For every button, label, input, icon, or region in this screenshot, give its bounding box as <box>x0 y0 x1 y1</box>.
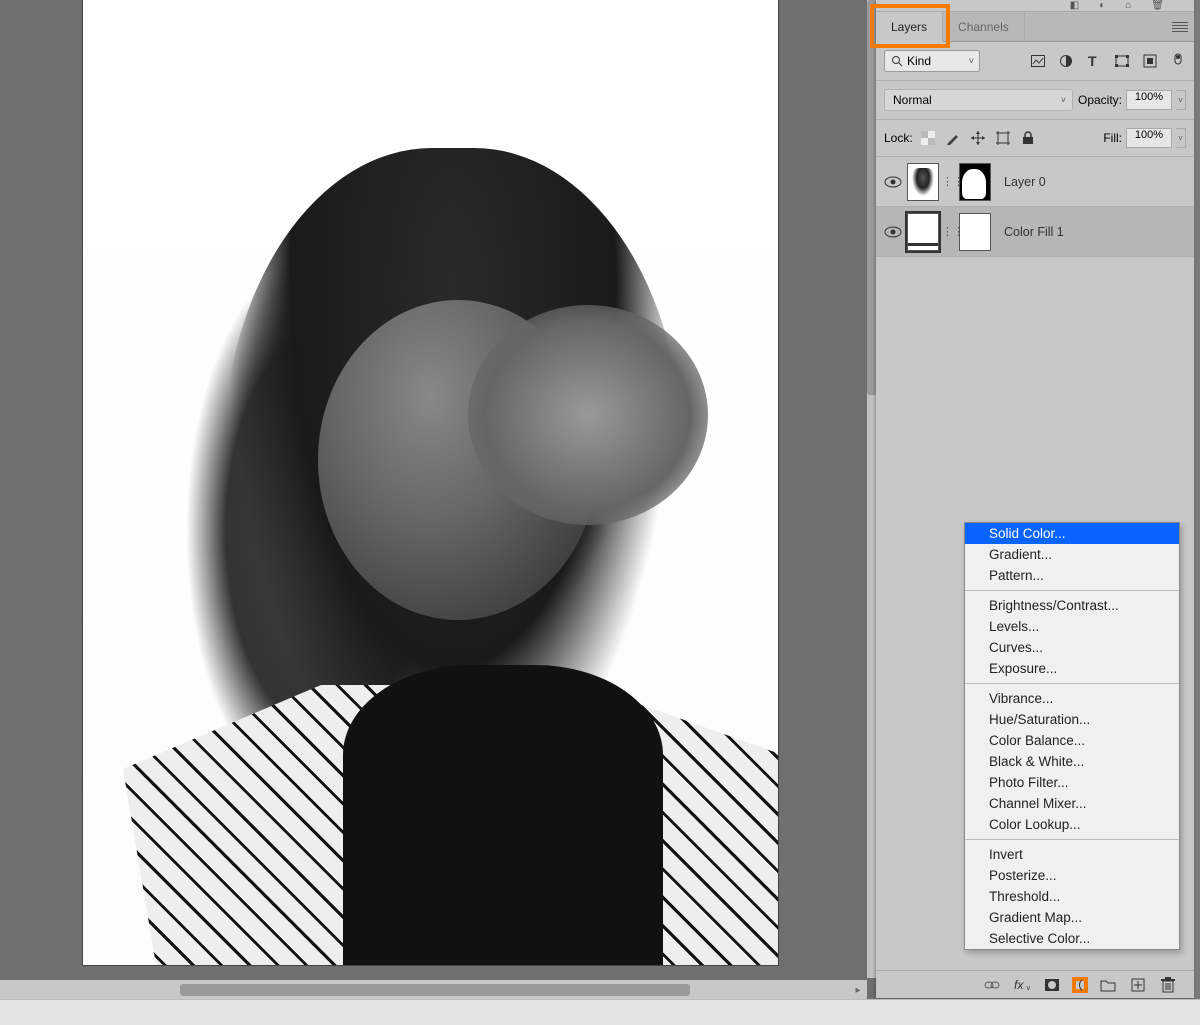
menu-pattern[interactable]: Pattern... <box>965 565 1179 586</box>
lock-position-icon[interactable] <box>970 130 986 146</box>
filter-toggle-icon[interactable] <box>1170 54 1186 68</box>
menu-channel-mixer[interactable]: Channel Mixer... <box>965 793 1179 814</box>
document-canvas[interactable] <box>83 0 778 965</box>
layer-row[interactable]: ⋮⋮ Layer 0 <box>876 157 1194 207</box>
lock-all-icon[interactable] <box>1020 130 1036 146</box>
status-bar <box>0 999 1200 1025</box>
menu-threshold[interactable]: Threshold... <box>965 886 1179 907</box>
menu-curves[interactable]: Curves... <box>965 637 1179 658</box>
layer-style-icon[interactable]: fx˅ <box>1014 977 1030 993</box>
panel-icon[interactable]: ⌂ <box>1125 0 1131 11</box>
opacity-input[interactable]: 100% <box>1126 90 1172 110</box>
canvas-area: ▸ <box>0 0 876 1000</box>
blend-mode-dropdown[interactable]: Normal <box>884 89 1073 111</box>
menu-separator <box>965 590 1179 591</box>
panel-tabs: Layers Channels <box>876 12 1194 42</box>
menu-invert[interactable]: Invert <box>965 844 1179 865</box>
filter-kind-label: Kind <box>907 54 931 68</box>
link-mask-icon[interactable]: ⋮⋮ <box>942 225 956 238</box>
menu-color-lookup[interactable]: Color Lookup... <box>965 814 1179 835</box>
layer-name[interactable]: Color Fill 1 <box>1004 225 1064 239</box>
blend-mode-row: Normal Opacity: 100% ˅ <box>876 81 1194 120</box>
panel-menu-icon[interactable] <box>1172 22 1188 32</box>
photo-content <box>468 305 708 525</box>
layer-row[interactable]: ⋮⋮ Color Fill 1 <box>876 207 1194 257</box>
fill-slider-icon[interactable]: ˅ <box>1176 128 1186 148</box>
opacity-slider-icon[interactable]: ˅ <box>1176 90 1186 110</box>
panel-divider[interactable] <box>1194 0 1200 1000</box>
opacity-control: Opacity: 100% ˅ <box>1078 90 1186 110</box>
menu-black-white[interactable]: Black & White... <box>965 751 1179 772</box>
menu-separator <box>965 683 1179 684</box>
menu-gradient-map[interactable]: Gradient Map... <box>965 907 1179 928</box>
menu-photo-filter[interactable]: Photo Filter... <box>965 772 1179 793</box>
pixel-filter-icon[interactable] <box>1030 54 1046 68</box>
menu-brightness-contrast[interactable]: Brightness/Contrast... <box>965 595 1179 616</box>
lock-artboard-icon[interactable] <box>995 130 1011 146</box>
lock-icons <box>920 130 1036 146</box>
fill-input[interactable]: 100% <box>1126 128 1172 148</box>
link-mask-icon[interactable]: ⋮⋮ <box>942 175 956 188</box>
menu-vibrance[interactable]: Vibrance... <box>965 688 1179 709</box>
trash-icon[interactable]: 🗑 <box>1151 0 1164 11</box>
svg-text:fx: fx <box>1014 978 1024 992</box>
fill-control: Fill: 100% ˅ <box>1103 128 1186 148</box>
panel-icon[interactable]: ◧ <box>1070 0 1079 11</box>
menu-color-balance[interactable]: Color Balance... <box>965 730 1179 751</box>
blend-mode-value: Normal <box>893 93 932 107</box>
svg-text:˅: ˅ <box>1026 984 1030 992</box>
menu-solid-color[interactable]: Solid Color... <box>965 523 1179 544</box>
filter-kind-dropdown[interactable]: Kind <box>884 50 980 72</box>
lock-pixels-icon[interactable] <box>945 130 961 146</box>
layer-thumbnail[interactable] <box>907 213 939 251</box>
mask-thumbnail[interactable] <box>959 163 991 201</box>
new-layer-icon[interactable] <box>1130 977 1146 993</box>
photo-content <box>343 665 663 965</box>
add-mask-icon[interactable] <box>1044 977 1060 993</box>
new-adjustment-layer-icon[interactable] <box>1072 977 1088 993</box>
adjustment-filter-icon[interactable] <box>1058 54 1074 68</box>
menu-posterize[interactable]: Posterize... <box>965 865 1179 886</box>
adjustment-layer-menu[interactable]: Solid Color... Gradient... Pattern... Br… <box>964 522 1180 950</box>
fill-label: Fill: <box>1103 131 1122 145</box>
tab-layers[interactable]: Layers <box>876 12 943 42</box>
tab-channels[interactable]: Channels <box>943 12 1025 42</box>
visibility-toggle[interactable] <box>882 176 904 188</box>
lock-transparency-icon[interactable] <box>920 130 936 146</box>
shape-filter-icon[interactable] <box>1114 54 1130 68</box>
scrollbar-thumb[interactable] <box>180 984 690 996</box>
layer-name[interactable]: Layer 0 <box>1004 175 1046 189</box>
new-group-icon[interactable] <box>1100 977 1116 993</box>
menu-selective-color[interactable]: Selective Color... <box>965 928 1179 949</box>
menu-hue-saturation[interactable]: Hue/Saturation... <box>965 709 1179 730</box>
panel-top-icons: ◧ ◐ ⌂ 🗑 <box>876 0 1194 12</box>
menu-levels[interactable]: Levels... <box>965 616 1179 637</box>
visibility-toggle[interactable] <box>882 226 904 238</box>
horizontal-scrollbar[interactable]: ▸ <box>0 980 867 1000</box>
link-layers-icon[interactable] <box>984 977 1000 993</box>
layers-panel-footer: fx˅ <box>876 970 1194 998</box>
delete-layer-icon[interactable] <box>1160 977 1176 993</box>
lock-row: Lock: Fill: 100% ˅ <box>876 120 1194 157</box>
smartobject-filter-icon[interactable] <box>1142 54 1158 68</box>
menu-separator <box>965 839 1179 840</box>
layer-thumbnail[interactable] <box>907 163 939 201</box>
mask-thumbnail[interactable] <box>959 213 991 251</box>
type-filter-icon[interactable]: T <box>1086 54 1102 68</box>
scroll-right-button[interactable]: ▸ <box>849 980 867 1000</box>
opacity-label: Opacity: <box>1078 93 1122 107</box>
lock-label: Lock: <box>884 131 913 145</box>
svg-text:T: T <box>1088 55 1097 67</box>
panel-icon[interactable]: ◐ <box>1099 0 1105 11</box>
filter-type-icons: T <box>1030 54 1186 68</box>
menu-gradient[interactable]: Gradient... <box>965 544 1179 565</box>
layer-filter-row: Kind T <box>876 42 1194 81</box>
menu-exposure[interactable]: Exposure... <box>965 658 1179 679</box>
